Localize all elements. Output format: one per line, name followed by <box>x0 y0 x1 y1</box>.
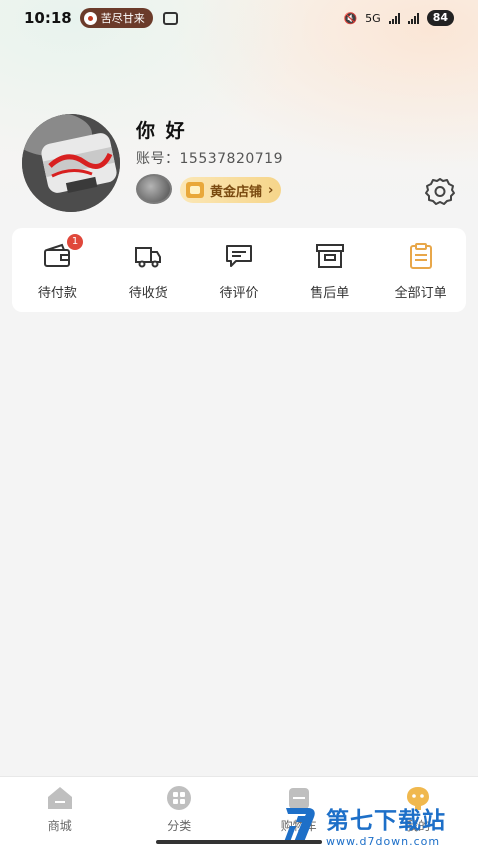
home-indicator[interactable] <box>156 840 322 844</box>
comment-icon <box>225 245 252 267</box>
settings-button[interactable] <box>424 176 456 206</box>
order-pending-receipt[interactable]: 待收货 <box>103 228 194 312</box>
store-level-label: 黄金店铺 <box>210 184 263 200</box>
order-label: 待收货 <box>128 286 168 301</box>
avatar[interactable] <box>22 114 120 212</box>
store-level-icon <box>186 182 204 198</box>
nav-label: 商城 <box>47 819 72 833</box>
nickname: 你 好 <box>136 120 187 142</box>
pending-payment-badge: 1 <box>67 234 83 250</box>
chevron-right-icon: › <box>268 182 274 198</box>
watermark-title: 第七下载站 <box>326 807 446 834</box>
status-time: 10:18 <box>24 9 72 27</box>
order-label: 全部订单 <box>394 286 447 301</box>
nav-label: 分类 <box>167 819 192 833</box>
order-pending-review[interactable]: 待评价 <box>194 228 285 312</box>
battery-indicator: 84 <box>426 10 454 26</box>
order-label: 待评价 <box>219 286 259 301</box>
watermark-text: 第七下载站 www.d7down.com <box>326 801 446 848</box>
order-card: 1 待付款 待收货 待评价 售后单 全部订单 <box>12 228 466 312</box>
order-all[interactable]: 全部订单 <box>375 228 466 312</box>
member-medal-icon[interactable] <box>136 174 172 204</box>
music-icon <box>83 11 97 25</box>
status-bar: 10:18 苦尽甘来 🔇 5G 84 <box>0 0 478 36</box>
status-indicators: 🔇 5G 84 <box>343 10 454 26</box>
music-text: 苦尽甘来 <box>100 12 145 25</box>
account-number: 账号：15537820719 <box>136 151 283 167</box>
screen-record-icon <box>162 11 178 25</box>
network-label: 5G <box>365 11 381 25</box>
gear-icon <box>425 178 455 205</box>
category-icon <box>167 786 192 810</box>
watermark-url: www.d7down.com <box>326 834 441 848</box>
music-pill[interactable]: 苦尽甘来 <box>79 8 153 28</box>
home-icon <box>47 787 72 809</box>
after-sales-icon <box>315 244 344 268</box>
wifi-signal-icon <box>407 12 419 24</box>
mute-icon: 🔇 <box>343 11 358 25</box>
store-level-pill[interactable]: 黄金店铺 › <box>180 177 282 203</box>
order-label: 待付款 <box>37 286 77 301</box>
order-label: 售后单 <box>310 286 350 301</box>
nav-home[interactable]: 商城 <box>0 777 120 850</box>
avatar-image <box>22 114 120 212</box>
truck-icon <box>135 247 162 268</box>
order-pending-payment[interactable]: 1 待付款 <box>12 228 103 312</box>
signal-icon <box>388 12 400 24</box>
order-after-sales[interactable]: 售后单 <box>284 228 375 312</box>
clipboard-icon <box>409 243 432 269</box>
